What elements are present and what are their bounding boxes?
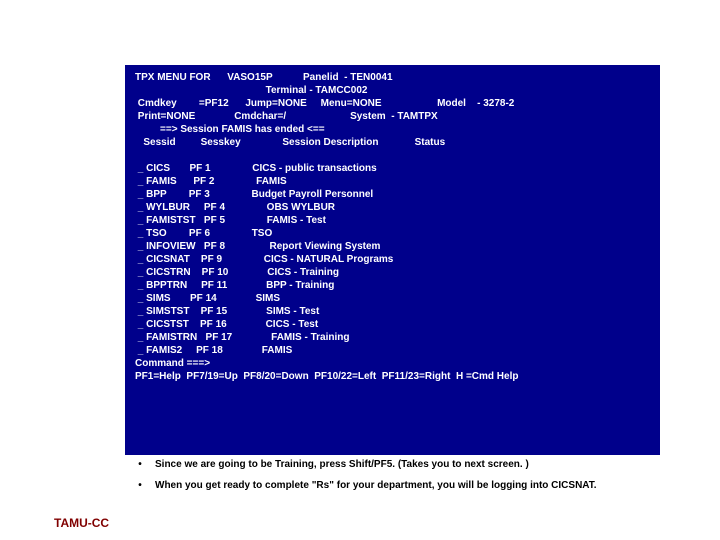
- instruction-text: Since we are going to be Training, press…: [155, 458, 529, 471]
- cmdkey-value: =PF12: [199, 98, 229, 109]
- session-row[interactable]: _ FAMISTST PF 5 FAMIS - Test: [135, 214, 650, 227]
- session-row[interactable]: _ FAMIS2 PF 18 FAMIS: [135, 344, 650, 357]
- bullet-icon: •: [125, 458, 155, 471]
- system-value: - TAMTPX: [391, 111, 437, 122]
- print-value: Print=NONE: [138, 111, 196, 122]
- header-line-1: TPX MENU FOR VASO15P Panelid - TEN0041: [135, 71, 650, 84]
- session-row[interactable]: _ BPP PF 3 Budget Payroll Personnel: [135, 188, 650, 201]
- bullet-icon: •: [125, 479, 155, 492]
- session-row[interactable]: _ TSO PF 6 TSO: [135, 227, 650, 240]
- footer-brand: TAMU-CC: [54, 516, 109, 530]
- session-row[interactable]: _ WYLBUR PF 4 OBS WYLBUR: [135, 201, 650, 214]
- session-row[interactable]: _ CICSTST PF 16 CICS - Test: [135, 318, 650, 331]
- col-sesskey: Sesskey: [201, 137, 241, 148]
- terminal-screen: TPX MENU FOR VASO15P Panelid - TEN0041 T…: [125, 65, 660, 455]
- model-value: - 3278-2: [477, 98, 514, 109]
- col-status: Status: [415, 137, 446, 148]
- menu-value: Menu=NONE: [321, 98, 382, 109]
- header-line-2: Terminal - TAMCC002: [135, 84, 650, 97]
- session-banner: ==> Session FAMIS has ended <==: [135, 123, 650, 136]
- session-row[interactable]: _ CICS PF 1 CICS - public transactions: [135, 162, 650, 175]
- terminal-label: Terminal: [266, 85, 307, 96]
- command-prompt: Command ===>: [135, 358, 210, 369]
- col-sessid: Sessid: [143, 137, 175, 148]
- blank-line: [135, 149, 650, 162]
- session-row[interactable]: _ SIMSTST PF 15 SIMS - Test: [135, 305, 650, 318]
- panelid-value: - TEN0041: [344, 72, 392, 83]
- session-row[interactable]: _ INFOVIEW PF 8 Report Viewing System: [135, 240, 650, 253]
- system-label: System: [350, 111, 386, 122]
- instruction-item: •Since we are going to be Training, pres…: [125, 458, 660, 471]
- terminal-value: - TAMCC002: [309, 85, 367, 96]
- pf-help-line: PF1=Help PF7/19=Up PF8/20=Down PF10/22=L…: [135, 370, 650, 383]
- instruction-text: When you get ready to complete "Rs" for …: [155, 479, 597, 492]
- session-row[interactable]: _ FAMIS PF 2 FAMIS: [135, 175, 650, 188]
- session-row[interactable]: _ FAMISTRN PF 17 FAMIS - Training: [135, 331, 650, 344]
- instruction-item: •When you get ready to complete "Rs" for…: [125, 479, 660, 492]
- col-desc: Session Description: [282, 137, 378, 148]
- session-row[interactable]: _ BPPTRN PF 11 BPP - Training: [135, 279, 650, 292]
- cmdkey-label: Cmdkey: [138, 98, 177, 109]
- panelid-label: Panelid: [303, 72, 339, 83]
- banner-text: ==> Session FAMIS has ended <==: [160, 124, 325, 135]
- model-label: Model: [437, 98, 466, 109]
- instructions: •Since we are going to be Training, pres…: [125, 458, 660, 500]
- command-line[interactable]: Command ===>: [135, 357, 650, 370]
- session-list: _ CICS PF 1 CICS - public transactions _…: [135, 162, 650, 357]
- title: TPX MENU FOR: [135, 72, 211, 83]
- vaso-id: VASO15P: [227, 72, 272, 83]
- column-headers: Sessid Sesskey Session Description Statu…: [135, 136, 650, 149]
- session-row[interactable]: _ CICSTRN PF 10 CICS - Training: [135, 266, 650, 279]
- cmdchar-value: Cmdchar=/: [234, 111, 286, 122]
- jump-value: Jump=NONE: [245, 98, 306, 109]
- header-line-3: Cmdkey =PF12 Jump=NONE Menu=NONE Model -…: [135, 97, 650, 110]
- session-row[interactable]: _ SIMS PF 14 SIMS: [135, 292, 650, 305]
- header-line-4: Print=NONE Cmdchar=/ System - TAMTPX: [135, 110, 650, 123]
- session-row[interactable]: _ CICSNAT PF 9 CICS - NATURAL Programs: [135, 253, 650, 266]
